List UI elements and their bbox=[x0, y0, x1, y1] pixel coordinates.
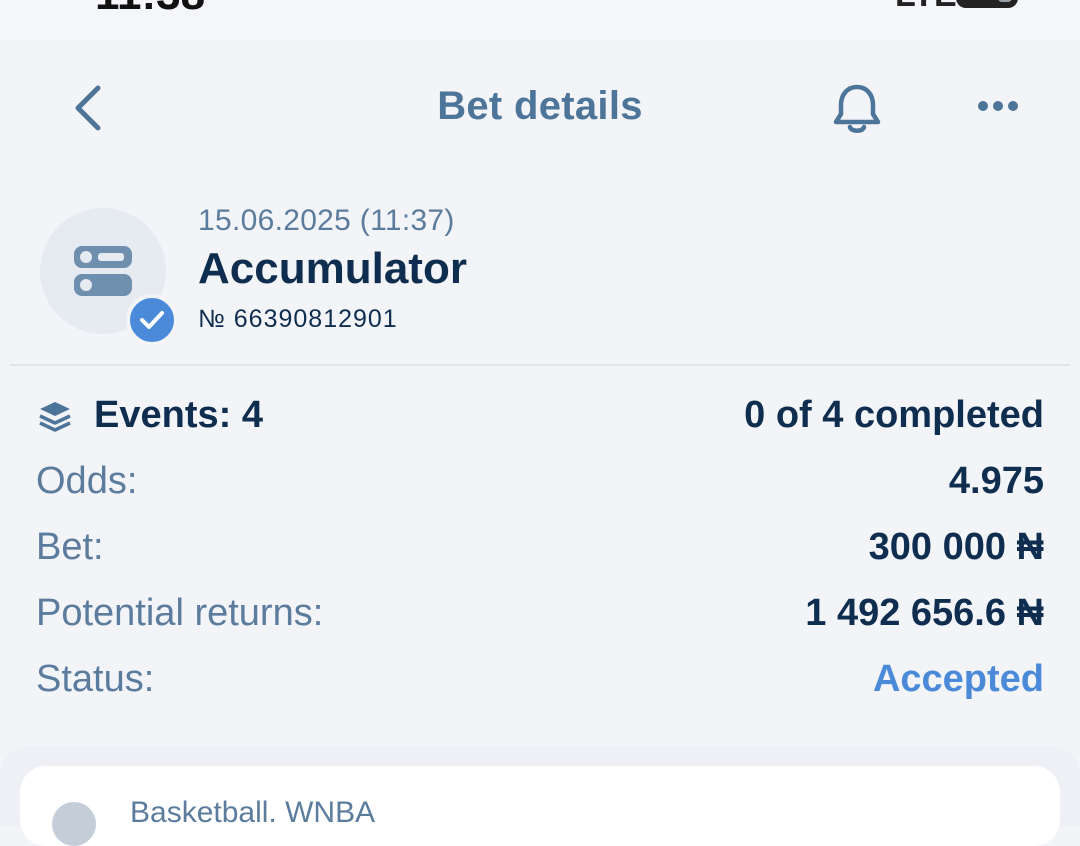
event-card[interactable]: Basketball. WNBA bbox=[20, 766, 1060, 846]
returns-label: Potential returns: bbox=[36, 592, 324, 634]
status-value: Accepted bbox=[872, 658, 1044, 700]
page-title: Bet details bbox=[437, 84, 643, 128]
bet-row: Bet: 300 000 ₦ bbox=[36, 520, 1044, 580]
bet-type: Accumulator bbox=[198, 244, 467, 293]
events-value: 0 of 4 completed bbox=[744, 394, 1044, 436]
bet-value: 300 000 ₦ bbox=[868, 526, 1044, 568]
status-label: Status: bbox=[36, 658, 155, 700]
more-button[interactable] bbox=[968, 86, 1028, 126]
basketball-icon bbox=[52, 802, 96, 846]
status-row: Status: Accepted bbox=[36, 652, 1044, 712]
returns-value: 1 492 656.6 ₦ bbox=[805, 592, 1044, 634]
layers-icon bbox=[39, 402, 71, 432]
event-league: Basketball. WNBA bbox=[130, 796, 376, 829]
status-bar: 11:38 LTE bbox=[0, 0, 1080, 40]
events-section: Basketball. WNBA bbox=[0, 746, 1080, 846]
checkmark-icon bbox=[126, 294, 178, 346]
divider bbox=[10, 364, 1070, 366]
network-label: LTE bbox=[895, 0, 957, 15]
more-horizontal-icon bbox=[978, 101, 1018, 111]
status-time: 11:38 bbox=[95, 0, 205, 20]
bell-icon bbox=[833, 84, 881, 133]
bet-number: № 66390812901 bbox=[198, 305, 398, 333]
returns-row: Potential returns: 1 492 656.6 ₦ bbox=[36, 586, 1044, 646]
bet-label: Bet: bbox=[36, 526, 104, 568]
odds-row: Odds: 4.975 bbox=[36, 454, 1044, 514]
events-label: Events: 4 bbox=[94, 394, 263, 436]
events-row: Events: 4 0 of 4 completed bbox=[36, 388, 1044, 448]
notifications-button[interactable] bbox=[828, 80, 886, 138]
odds-value: 4.975 bbox=[948, 460, 1044, 502]
bet-header: 15.06.2025 (11:37) Accumulator № 6639081… bbox=[0, 190, 1080, 350]
battery-icon bbox=[956, 0, 1018, 8]
odds-label: Odds: bbox=[36, 460, 138, 502]
bet-date: 15.06.2025 (11:37) bbox=[198, 204, 455, 237]
top-bar: Bet details bbox=[0, 58, 1080, 158]
